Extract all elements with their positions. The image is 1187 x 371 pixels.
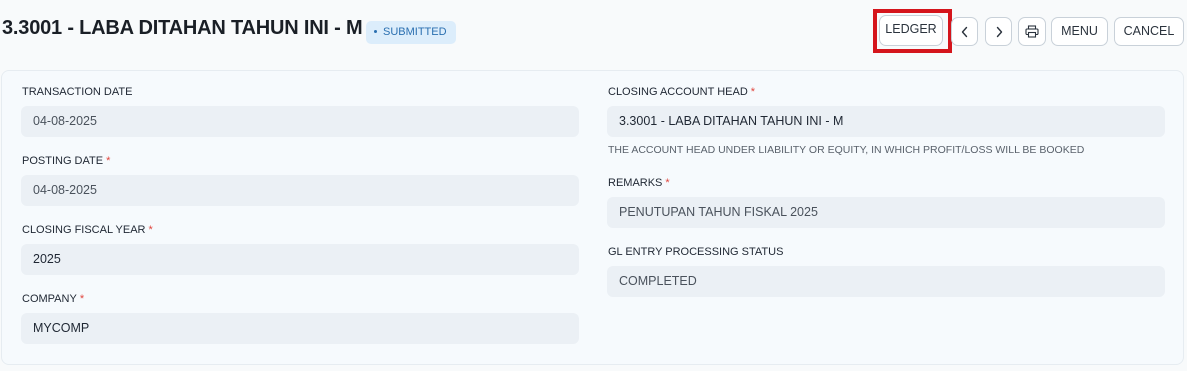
closing-fiscal-year-label: CLOSING FISCAL YEAR *	[22, 224, 153, 236]
status-dot-icon	[374, 29, 377, 33]
required-marker: *	[79, 293, 85, 305]
closing-account-head-label-text: CLOSING ACCOUNT HEAD	[608, 86, 748, 98]
transaction-date-label: TRANSACTION DATE	[22, 86, 132, 98]
status-badge-label: SUBMITTED	[383, 26, 447, 38]
cancel-button[interactable]: CANCEL	[1114, 17, 1184, 46]
gl-entry-processing-status-label-text: GL ENTRY PROCESSING STATUS	[608, 246, 784, 258]
required-marker: *	[148, 224, 153, 236]
form-card: TRANSACTION DATE 04-08-2025 POSTING DATE…	[1, 70, 1184, 365]
gl-entry-processing-status-label: GL ENTRY PROCESSING STATUS	[608, 246, 783, 258]
posting-date-label-text: POSTING DATE	[22, 155, 104, 167]
chevron-right-icon	[996, 26, 1002, 38]
company-field[interactable]: MYCOMP	[21, 313, 579, 344]
posting-date-label: POSTING DATE *	[22, 155, 110, 167]
closing-account-head-help-text: THE ACCOUNT HEAD UNDER LIABILITY OR EQUI…	[608, 144, 1085, 156]
page-title: 3.3001 - LABA DITAHAN TAHUN INI - M	[2, 17, 363, 39]
status-badge: SUBMITTED	[366, 21, 456, 44]
company-label-text: COMPANY	[22, 293, 77, 305]
ledger-button[interactable]: LEDGER	[879, 15, 943, 46]
printer-icon	[1025, 25, 1039, 38]
menu-button[interactable]: MENU	[1051, 17, 1108, 46]
closing-fiscal-year-label-text: CLOSING FISCAL YEAR	[22, 224, 146, 236]
next-record-button[interactable]	[985, 17, 1012, 46]
remarks-field[interactable]: PENUTUPAN TAHUN FISKAL 2025	[607, 197, 1165, 228]
posting-date-field[interactable]: 04-08-2025	[21, 175, 579, 206]
gl-entry-processing-status-field[interactable]: COMPLETED	[607, 266, 1165, 297]
required-marker: *	[665, 177, 670, 189]
remarks-label: REMARKS *	[608, 177, 670, 189]
closing-fiscal-year-field[interactable]: 2025	[21, 244, 579, 275]
closing-account-head-label: CLOSING ACCOUNT HEAD *	[608, 86, 755, 98]
chevron-left-icon	[961, 26, 967, 38]
required-marker: *	[106, 155, 111, 167]
remarks-label-text: REMARKS	[608, 177, 663, 189]
print-button[interactable]	[1018, 17, 1046, 46]
company-label: COMPANY *	[22, 293, 84, 305]
page-header: 3.3001 - LABA DITAHAN TAHUN INI - M SUBM…	[0, 0, 1187, 62]
transaction-date-field[interactable]: 04-08-2025	[21, 106, 579, 137]
closing-account-head-field[interactable]: 3.3001 - LABA DITAHAN TAHUN INI - M	[607, 106, 1165, 137]
previous-record-button[interactable]	[951, 17, 978, 46]
transaction-date-label-text: TRANSACTION DATE	[22, 86, 133, 98]
required-marker: *	[750, 86, 756, 98]
